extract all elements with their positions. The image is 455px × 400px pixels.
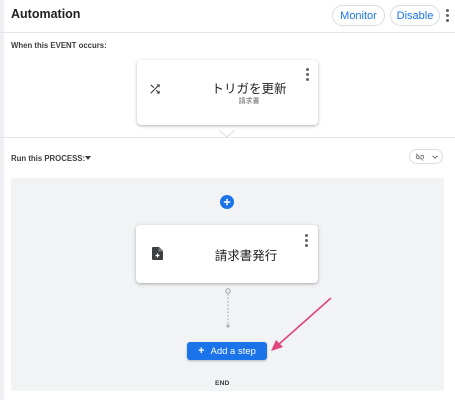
event-card-title: トリガを更新 — [211, 82, 287, 96]
event-section-label: When this EVENT occurs: — [11, 41, 107, 50]
process-section-label: Run this PROCESS: — [11, 154, 86, 163]
header-bar: Automation Monitor Disable — [0, 0, 455, 32]
more-options-icon[interactable] — [442, 9, 452, 22]
plus-icon — [223, 198, 231, 206]
link-off-icon — [415, 153, 425, 161]
section-divider — [0, 137, 455, 138]
process-step-title: 請求書発行 — [214, 249, 278, 263]
add-circle-icon[interactable] — [220, 195, 234, 209]
monitor-button[interactable]: Monitor — [332, 5, 385, 26]
step-card-more-icon[interactable] — [301, 234, 311, 247]
shuffle-icon — [150, 84, 160, 94]
link-toggle-button[interactable] — [409, 149, 443, 164]
event-card[interactable]: トリガを更新 請求書 — [137, 60, 318, 125]
process-step-card[interactable]: 請求書発行 — [136, 225, 318, 283]
add-step-button[interactable]: + Add a step — [187, 342, 267, 360]
event-card-more-icon[interactable] — [302, 68, 312, 81]
left-panel-edge — [0, 0, 4, 400]
disable-button[interactable]: Disable — [390, 5, 440, 26]
event-card-subtitle: 請求書 — [238, 98, 260, 105]
end-label: END — [215, 380, 230, 387]
add-step-label: Add a step — [210, 345, 256, 357]
step-connector — [225, 288, 231, 328]
page-title: Automation — [11, 7, 81, 21]
document-add-icon — [152, 247, 163, 260]
chevron-down-icon — [432, 155, 438, 159]
plus-icon: + — [198, 344, 205, 357]
process-dropdown-caret-icon[interactable] — [85, 156, 91, 160]
header-divider — [0, 32, 455, 33]
